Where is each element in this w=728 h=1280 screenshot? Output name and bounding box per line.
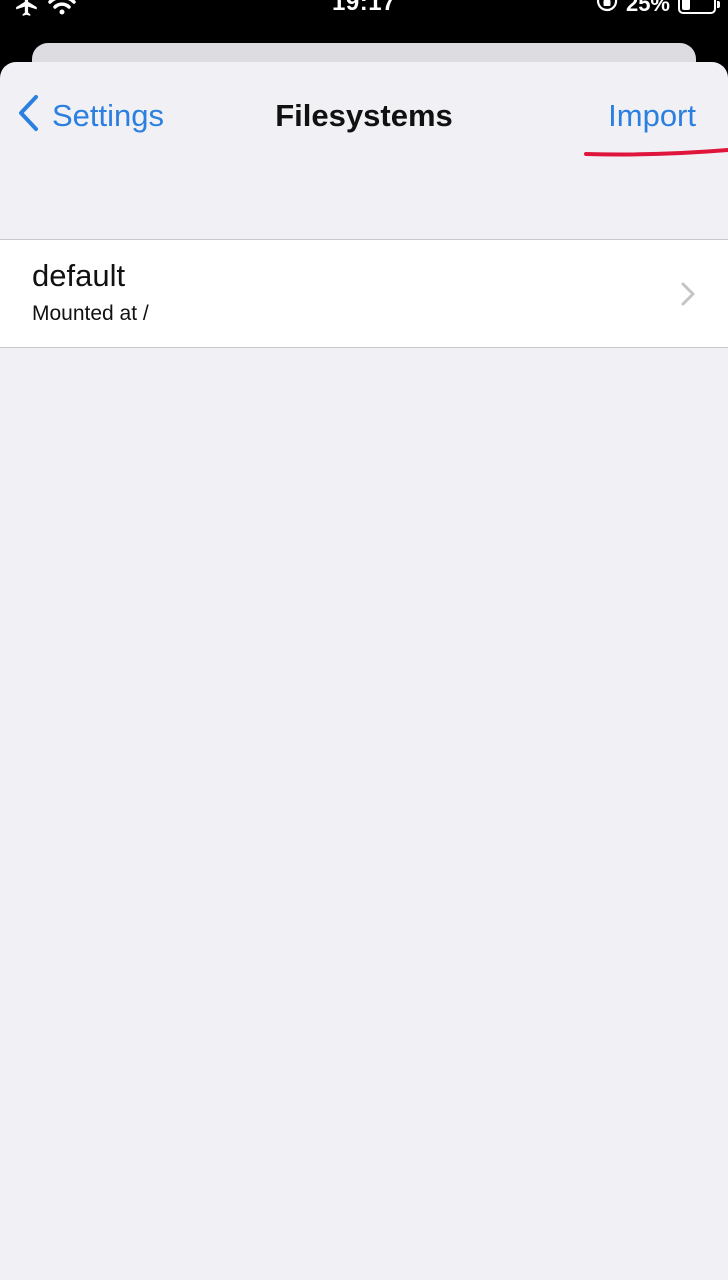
battery-percent: 25% [625, 0, 670, 16]
battery-cap [717, 0, 720, 8]
list-item-default-filesystem[interactable]: default Mounted at / [0, 240, 728, 347]
navigation-bar: Settings Filesystems Import [0, 62, 728, 172]
filesystem-mount-point: Mounted at / [32, 302, 149, 325]
battery-icon [678, 0, 720, 14]
chevron-right-icon [680, 281, 696, 312]
rotation-lock-icon [596, 0, 618, 17]
filesystem-list: default Mounted at / [0, 239, 728, 348]
red-annotation-underline [584, 148, 728, 157]
battery-level [682, 0, 690, 10]
status-right-icons: 25% [596, 0, 720, 17]
filesystem-name: default [32, 258, 126, 293]
filesystems-sheet: Settings Filesystems Import default Moun… [0, 62, 728, 1280]
import-button[interactable]: Import [608, 98, 696, 134]
